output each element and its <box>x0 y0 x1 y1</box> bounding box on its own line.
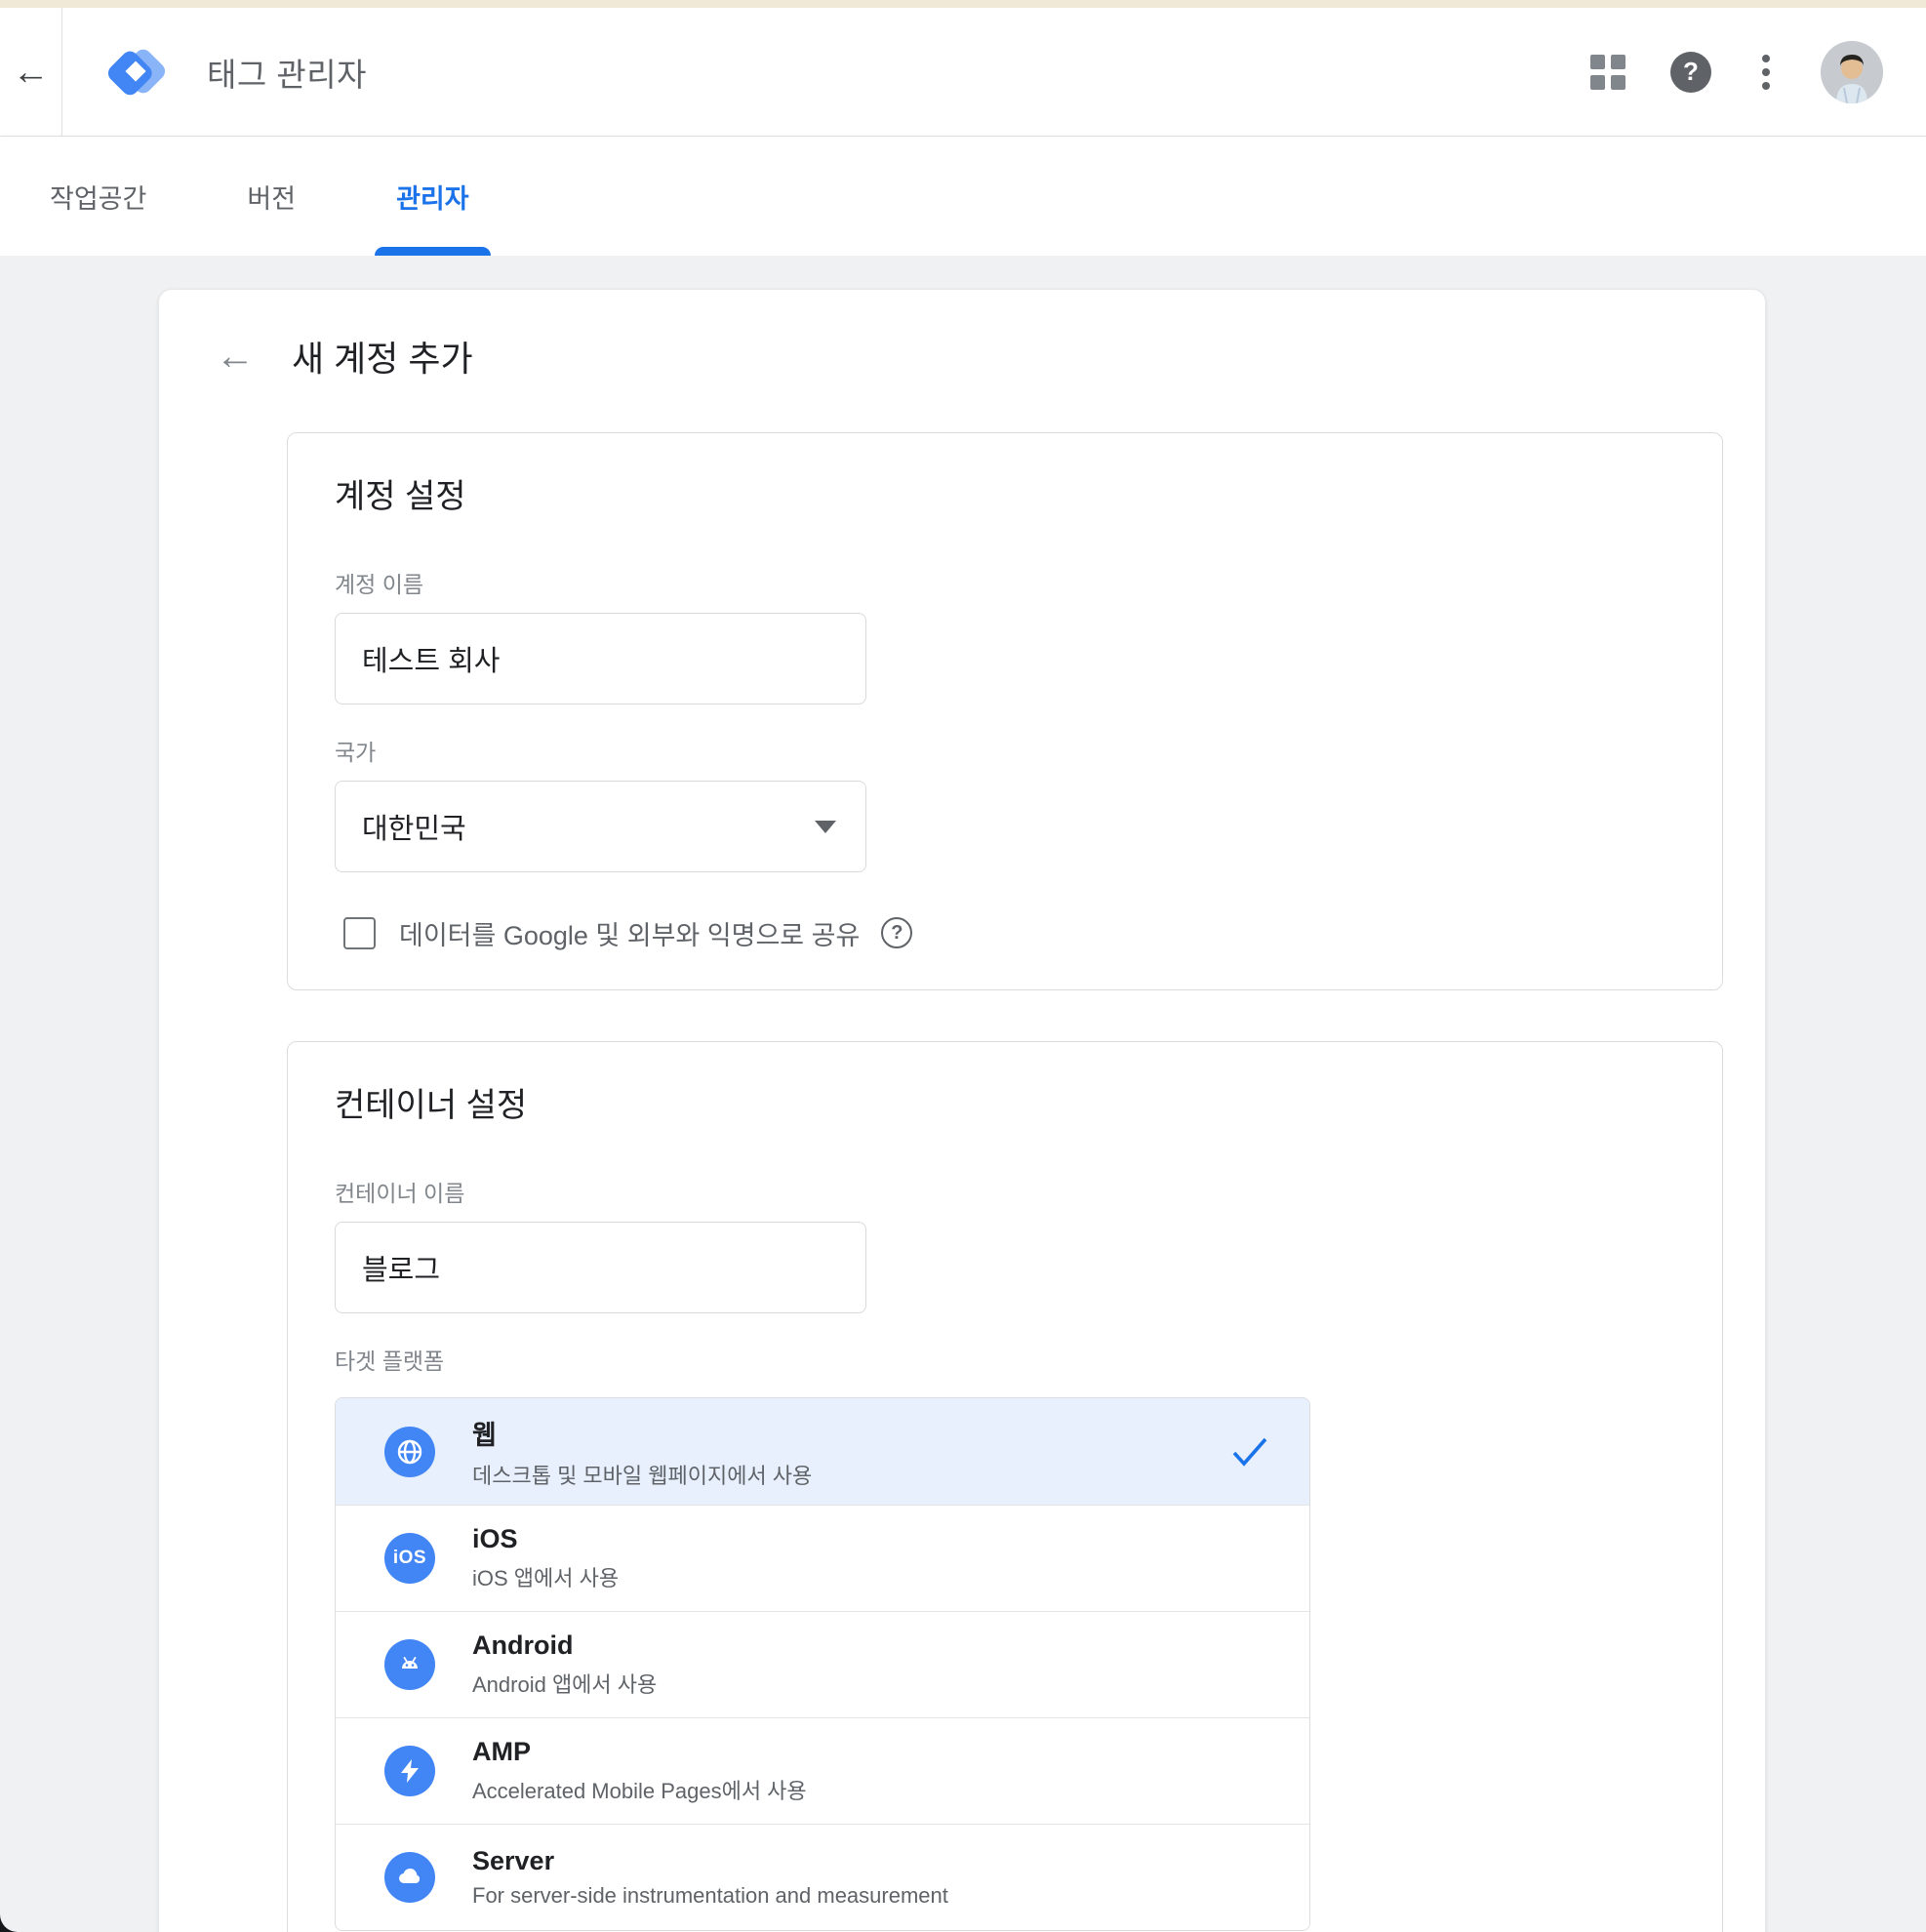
target-platform-list: 웹 데스크톱 및 모바일 웹페이지에서 사용 iOS iOS iOS 앱에서 사… <box>335 1397 1310 1931</box>
page-title: 새 계정 추가 <box>292 331 473 382</box>
share-data-label: 데이터를 Google 및 외부와 익명으로 공유 <box>399 914 860 952</box>
platform-description: 데스크톱 및 모바일 웹페이지에서 사용 <box>472 1459 812 1490</box>
page-back-button[interactable]: ← <box>214 335 257 378</box>
platform-description: Accelerated Mobile Pages에서 사용 <box>472 1774 807 1805</box>
avatar[interactable] <box>1821 41 1883 103</box>
share-data-checkbox[interactable] <box>343 917 376 949</box>
platform-row-android[interactable]: Android Android 앱에서 사용 <box>336 1611 1309 1717</box>
account-settings-card: 계정 설정 계정 이름 국가 대한민국 데이터를 Google 및 외부와 익명… <box>287 432 1723 990</box>
country-select[interactable]: 대한민국 <box>335 781 866 872</box>
platform-name: iOS <box>472 1524 619 1554</box>
page-back-arrow-icon: ← <box>216 337 255 376</box>
platform-name: Server <box>472 1846 948 1876</box>
platform-name: 웹 <box>472 1414 812 1452</box>
account-name-input[interactable] <box>335 613 866 704</box>
globe-icon <box>384 1427 435 1477</box>
header-back-button[interactable]: ← <box>0 8 62 136</box>
tab-versions[interactable]: 버전 <box>225 137 317 256</box>
chevron-down-icon <box>815 821 836 833</box>
window-top-strip <box>0 0 1926 8</box>
selected-check-icon <box>1231 1436 1268 1468</box>
platform-description: iOS 앱에서 사용 <box>472 1561 619 1592</box>
back-arrow-icon: ← <box>13 54 50 91</box>
app-title: 태그 관리자 <box>207 49 367 96</box>
platform-row-ios[interactable]: iOS iOS iOS 앱에서 사용 <box>336 1505 1309 1611</box>
target-platform-label: 타겟 플랫폼 <box>335 1343 1675 1376</box>
container-name-label: 컨테이너 이름 <box>335 1175 1675 1208</box>
platform-description: Android 앱에서 사용 <box>472 1668 657 1699</box>
ios-icon: iOS <box>384 1533 435 1584</box>
main-card: ← 새 계정 추가 계정 설정 계정 이름 국가 대한민국 데이터를 Googl… <box>158 289 1766 1932</box>
cloud-icon <box>384 1852 435 1903</box>
platform-name: Android <box>472 1630 657 1661</box>
amp-icon <box>384 1746 435 1796</box>
platform-row-server[interactable]: Server For server-side instrumentation a… <box>336 1824 1309 1930</box>
country-label: 국가 <box>335 734 1675 767</box>
more-options-icon[interactable] <box>1756 49 1776 96</box>
container-settings-heading: 컨테이너 설정 <box>335 1085 1675 1126</box>
country-selected-value: 대한민국 <box>362 806 466 847</box>
container-settings-card: 컨테이너 설정 컨테이너 이름 타겟 플랫폼 웹 데스크톱 및 모 <box>287 1041 1723 1932</box>
android-icon <box>384 1639 435 1690</box>
account-name-label: 계정 이름 <box>335 566 1675 599</box>
help-icon[interactable]: ? <box>1670 52 1711 93</box>
platform-name: AMP <box>472 1737 807 1767</box>
account-settings-heading: 계정 설정 <box>335 476 1675 517</box>
tab-workspace[interactable]: 작업공간 <box>28 137 168 256</box>
container-name-input[interactable] <box>335 1222 866 1313</box>
app-bar: ← 태그 관리자 ? <box>0 8 1926 137</box>
share-help-icon[interactable]: ? <box>881 917 912 948</box>
tag-manager-logo-icon <box>103 39 170 105</box>
page-content: ← 새 계정 추가 계정 설정 계정 이름 국가 대한민국 데이터를 Googl… <box>0 256 1926 1932</box>
tab-admin[interactable]: 관리자 <box>375 137 491 256</box>
tab-bar: 작업공간 버전 관리자 <box>0 137 1926 256</box>
platform-row-amp[interactable]: AMP Accelerated Mobile Pages에서 사용 <box>336 1717 1309 1824</box>
platform-description: For server-side instrumentation and meas… <box>472 1883 948 1909</box>
platform-row-web[interactable]: 웹 데스크톱 및 모바일 웹페이지에서 사용 <box>336 1398 1309 1505</box>
apps-grid-icon[interactable] <box>1590 55 1625 90</box>
